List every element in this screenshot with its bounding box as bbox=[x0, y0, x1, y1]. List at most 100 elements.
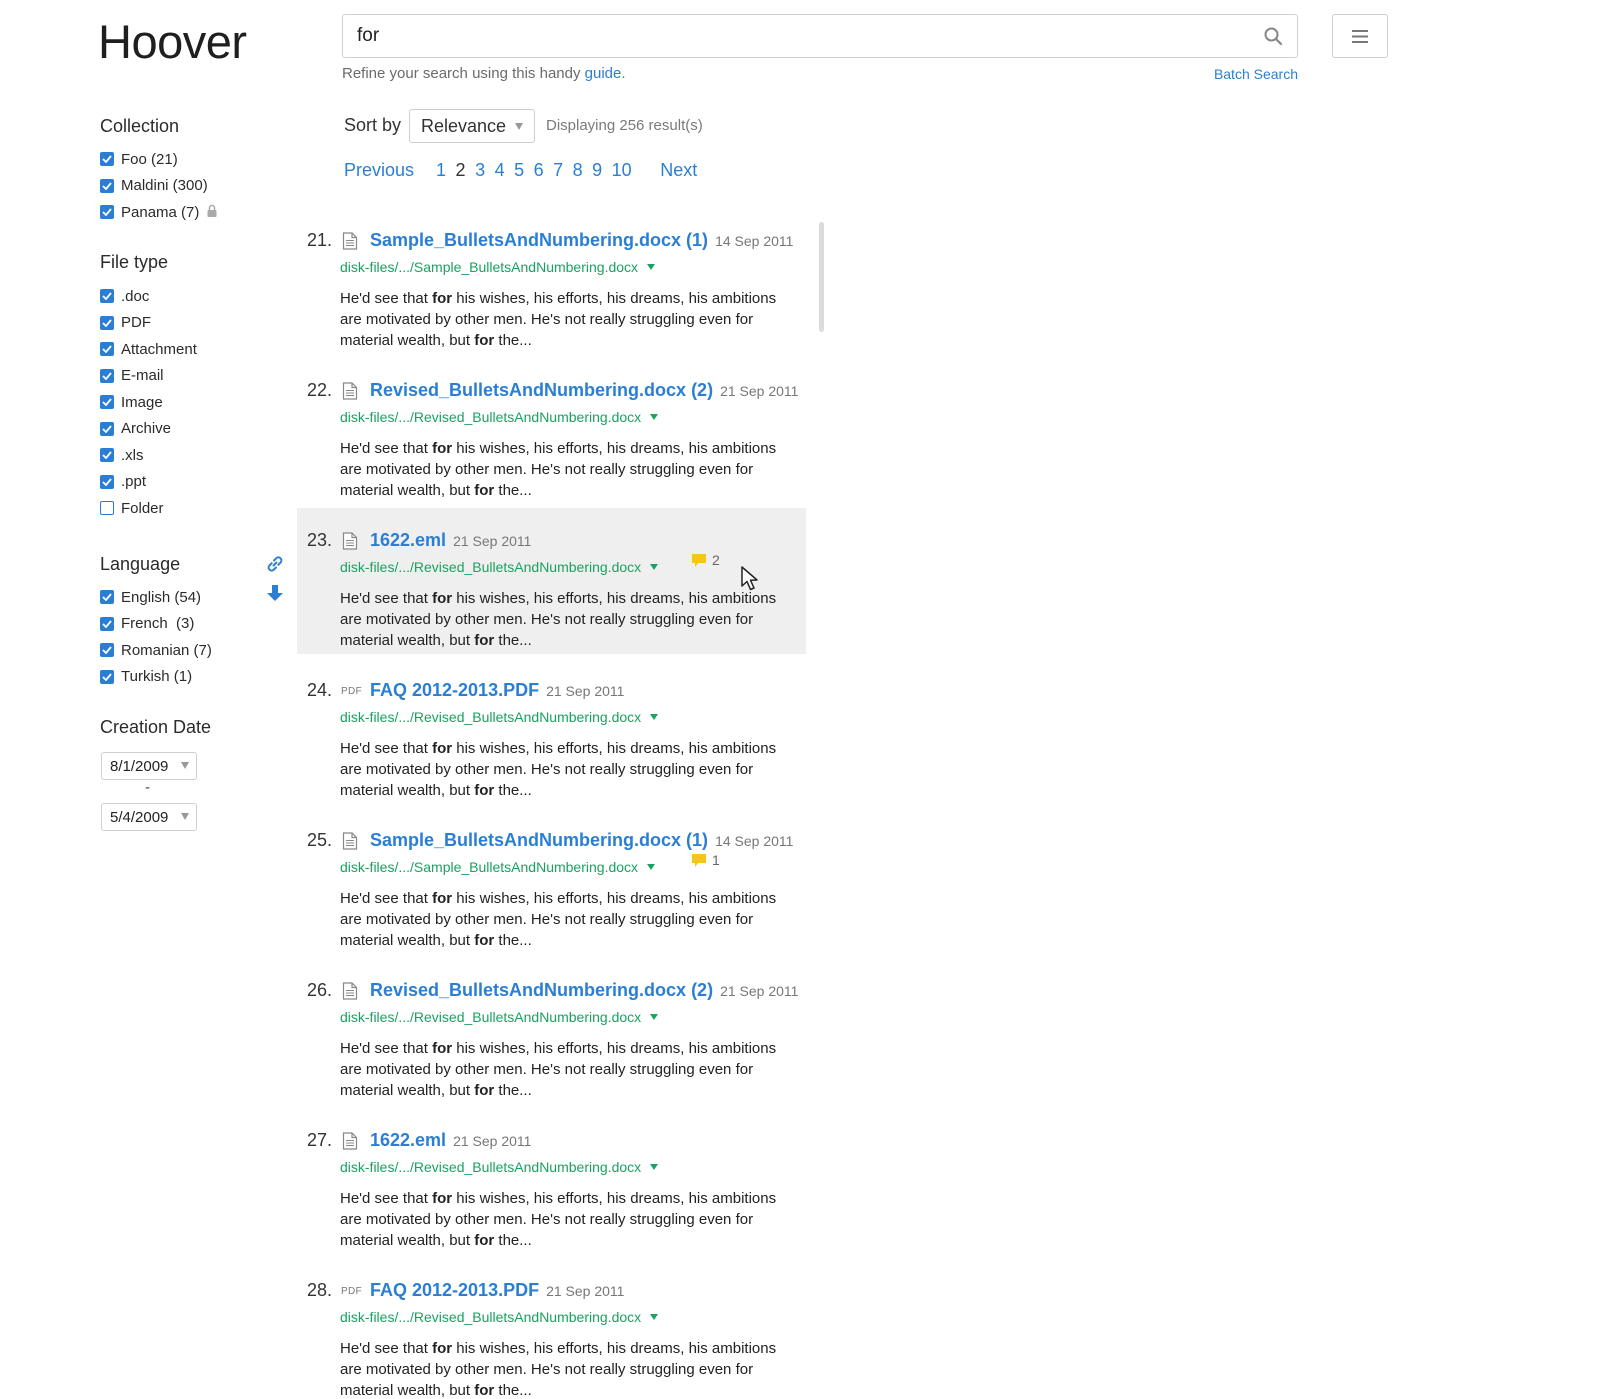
checkbox-checked[interactable] bbox=[100, 315, 114, 330]
checkbox-checked[interactable] bbox=[100, 178, 114, 193]
collection-filter-title: Collection bbox=[100, 116, 180, 136]
checkbox-checked[interactable] bbox=[100, 643, 114, 658]
pagination-page[interactable]: 8 bbox=[573, 160, 583, 181]
pagination-next[interactable]: Next bbox=[660, 160, 697, 181]
checkbox-checked[interactable] bbox=[100, 289, 114, 304]
result-index: 22. bbox=[307, 380, 333, 400]
caret-down-icon[interactable] bbox=[650, 1014, 659, 1020]
caret-down-icon[interactable] bbox=[647, 264, 656, 270]
checkbox-checked[interactable] bbox=[100, 616, 114, 631]
caret-down-icon[interactable] bbox=[650, 564, 659, 570]
result-date: 21 Sep 2011 bbox=[453, 1133, 532, 1149]
search-icon[interactable] bbox=[1263, 26, 1283, 46]
file-type-option[interactable]: PDF bbox=[100, 310, 197, 337]
result-title-link[interactable]: 1622.eml bbox=[370, 530, 446, 551]
result-title-link[interactable]: 1622.eml bbox=[370, 1130, 446, 1151]
result-title-link[interactable]: Sample_BulletsAndNumbering.docx (1) bbox=[370, 830, 708, 851]
checkbox-checked[interactable] bbox=[100, 474, 114, 489]
result-path[interactable]: disk-files/.../Revised_BulletsAndNumberi… bbox=[340, 1309, 659, 1325]
pagination-page[interactable]: 3 bbox=[475, 160, 485, 181]
result-title-link[interactable]: Sample_BulletsAndNumbering.docx (1) bbox=[370, 230, 708, 251]
pagination-previous[interactable]: Previous bbox=[344, 160, 414, 181]
guide-link[interactable]: guide. bbox=[585, 65, 626, 82]
snippet-text: He'd see that bbox=[340, 590, 433, 607]
language-option[interactable]: English (54) bbox=[100, 584, 212, 611]
result-path[interactable]: disk-files/.../Revised_BulletsAndNumberi… bbox=[340, 1159, 659, 1175]
caret-down-icon[interactable] bbox=[650, 714, 659, 720]
checkbox-checked[interactable] bbox=[100, 448, 114, 463]
collection-option[interactable]: Panama (7) bbox=[100, 199, 217, 226]
checkbox-checked[interactable] bbox=[100, 205, 114, 220]
result-title-link[interactable]: FAQ 2012-2013.PDF bbox=[370, 1280, 539, 1301]
batch-search-link[interactable]: Batch Search bbox=[1212, 66, 1298, 82]
result-path[interactable]: disk-files/.../Revised_BulletsAndNumberi… bbox=[340, 1009, 659, 1025]
file-type-option[interactable]: Archive bbox=[100, 416, 197, 443]
date-from-select[interactable]: 8/1/2009 bbox=[101, 752, 197, 780]
results-scrollbar[interactable] bbox=[819, 222, 824, 332]
result-title-link[interactable]: Revised_BulletsAndNumbering.docx (2) bbox=[370, 380, 713, 401]
result-path[interactable]: disk-files/.../Revised_BulletsAndNumberi… bbox=[340, 559, 659, 575]
caret-down-icon[interactable] bbox=[650, 414, 659, 420]
checkbox-checked[interactable] bbox=[100, 395, 114, 410]
comment-count-badge[interactable]: 2 bbox=[692, 552, 720, 568]
checkbox-checked[interactable] bbox=[100, 669, 114, 684]
checkbox-checked[interactable] bbox=[100, 342, 114, 357]
sort-select[interactable]: Relevance bbox=[409, 109, 535, 143]
pagination-page[interactable]: 4 bbox=[495, 160, 505, 181]
language-option[interactable]: Romanian (7) bbox=[100, 637, 212, 664]
checkbox-unchecked[interactable] bbox=[100, 501, 114, 516]
checkbox-checked[interactable] bbox=[100, 152, 114, 167]
search-result[interactable]: 22. Revised_BulletsAndNumbering.docx (2) 2… bbox=[297, 358, 806, 504]
search-result[interactable]: 21. Sample_BulletsAndNumbering.docx (1) 14… bbox=[297, 208, 806, 354]
document-icon bbox=[342, 382, 358, 405]
search-result[interactable]: 25. Sample_BulletsAndNumbering.docx (1) 14… bbox=[297, 808, 806, 954]
pagination-page[interactable]: 5 bbox=[514, 160, 524, 181]
result-index: 25. bbox=[307, 830, 333, 850]
caret-down-icon[interactable] bbox=[650, 1314, 659, 1320]
date-to-select[interactable]: 5/4/2009 bbox=[101, 803, 197, 831]
snippet-text: the... bbox=[494, 932, 532, 949]
checkbox-checked[interactable] bbox=[100, 368, 114, 383]
search-result[interactable]: 26. Revised_BulletsAndNumbering.docx (2) 2… bbox=[297, 958, 806, 1104]
file-type-option[interactable]: Image bbox=[100, 389, 197, 416]
search-result[interactable]: 27. 1622.eml 21 Sep 2011 disk-files/.../Rev… bbox=[297, 1108, 806, 1254]
result-path[interactable]: disk-files/.../Sample_BulletsAndNumberin… bbox=[340, 859, 656, 875]
snippet-highlight: for bbox=[474, 332, 495, 349]
search-result[interactable]: 24. PDF FAQ 2012-2013.PDF 21 Sep 2011 disk-f… bbox=[297, 658, 806, 804]
pagination-page[interactable]: 10 bbox=[612, 160, 632, 181]
file-type-option[interactable]: Folder bbox=[100, 495, 197, 522]
checkbox-checked[interactable] bbox=[100, 421, 114, 436]
search-input[interactable]: for bbox=[357, 25, 1263, 47]
pagination-page[interactable]: 9 bbox=[592, 160, 602, 181]
file-type-option[interactable]: .doc bbox=[100, 283, 197, 310]
caret-down-icon bbox=[515, 123, 523, 130]
search-box[interactable]: for bbox=[342, 14, 1298, 58]
pagination-page[interactable]: 1 bbox=[436, 160, 446, 181]
pagination-page[interactable]: 6 bbox=[534, 160, 544, 181]
search-result[interactable]: 28. PDF FAQ 2012-2013.PDF 21 Sep 2011 disk-f… bbox=[297, 1258, 806, 1399]
language-option[interactable]: Turkish (1) bbox=[100, 664, 212, 691]
result-title-link[interactable]: FAQ 2012-2013.PDF bbox=[370, 680, 539, 701]
result-title-link[interactable]: Revised_BulletsAndNumbering.docx (2) bbox=[370, 980, 713, 1001]
result-snippet: He'd see that for his wishes, his effort… bbox=[340, 588, 800, 651]
pagination-page[interactable]: 7 bbox=[553, 160, 563, 181]
result-path[interactable]: disk-files/.../Revised_BulletsAndNumberi… bbox=[340, 709, 659, 725]
file-type-filter-list: .doc PDF Attachment E-mail Image Archive .xls.… bbox=[100, 283, 197, 522]
file-type-option[interactable]: E-mail bbox=[100, 363, 197, 390]
checkbox-checked[interactable] bbox=[100, 590, 114, 605]
result-path[interactable]: disk-files/.../Sample_BulletsAndNumberin… bbox=[340, 259, 656, 275]
link-icon[interactable] bbox=[265, 554, 285, 574]
comment-count-badge[interactable]: 1 bbox=[692, 852, 720, 868]
caret-down-icon[interactable] bbox=[650, 1164, 659, 1170]
caret-down-icon[interactable] bbox=[647, 864, 656, 870]
download-icon[interactable] bbox=[266, 585, 284, 603]
file-type-option[interactable]: .ppt bbox=[100, 469, 197, 496]
file-type-option[interactable]: Attachment bbox=[100, 336, 197, 363]
language-option[interactable]: French (3) bbox=[100, 611, 212, 638]
menu-button[interactable] bbox=[1332, 14, 1388, 58]
collection-option[interactable]: Maldini (300) bbox=[100, 173, 217, 200]
search-result[interactable]: 23. 1622.eml 21 Sep 2011 disk-files/.../Rev… bbox=[297, 508, 806, 654]
result-path[interactable]: disk-files/.../Revised_BulletsAndNumberi… bbox=[340, 409, 659, 425]
file-type-option[interactable]: .xls bbox=[100, 442, 197, 469]
collection-option[interactable]: Foo (21) bbox=[100, 146, 217, 173]
